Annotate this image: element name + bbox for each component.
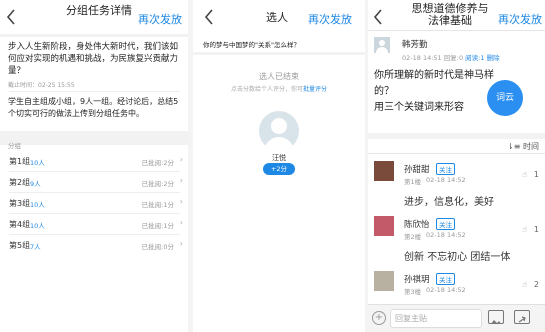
like-count: 2 — [533, 280, 539, 289]
group-row[interactable]: 第5组 7人 已批阅:0分 › — [0, 234, 188, 254]
group-row[interactable]: 第3组 10人 已批阅:1分 › — [0, 192, 188, 212]
chevron-right-icon: › — [179, 197, 183, 206]
reply-placeholder: 回复主贴 — [395, 314, 427, 323]
group-status: 已批阅:0分 — [141, 243, 174, 251]
follow-tag[interactable]: 关注 — [436, 218, 455, 230]
reissue-button[interactable]: 再次发放 — [308, 11, 352, 27]
reply-count: 回复:0 — [443, 54, 464, 62]
reply-author: 孙祺玥 — [404, 275, 430, 285]
reply-item: 孙甜甜 关注第1楼 02-18 14:52 ☝ 1 进步，信息化，美好 — [368, 160, 545, 215]
like-count: 1 — [533, 225, 539, 234]
chevron-right-icon: › — [179, 155, 183, 164]
nav-bar: 选人 再次发放 — [193, 0, 365, 34]
chevron-right-icon: › — [179, 218, 183, 227]
like-icon[interactable]: ☝ — [522, 225, 527, 234]
group-row[interactable]: 第2组 9人 已批阅:2分 › — [0, 171, 188, 191]
post-body: 你所理解的新时代是神马样的？ 用三个关键词来形容 — [374, 70, 494, 113]
task-detail-panel: 分组任务详情 再次发放 步入人生新阶段，身处伟大新时代，我们该如何应对实现的机遇… — [0, 0, 188, 332]
delete-link[interactable]: 删除 — [487, 54, 500, 62]
page-title: 选人 — [266, 11, 288, 24]
post-date: 02-18 14:51 — [402, 54, 442, 62]
page-title: 思想道德修养与法律基础 — [411, 2, 489, 27]
sort-by-time[interactable]: ⇂≡ 时间 — [507, 141, 539, 152]
reply-floor: 第3楼 — [404, 288, 422, 296]
reply-text: 创新 不忘初心 团结一体 — [404, 252, 511, 263]
discussion-panel: 思想道德修养与法律基础 再次发放 韩芳勤 02-18 14:51 回复:0 阅读… — [368, 0, 545, 332]
group-status: 已批阅:1分 — [141, 201, 174, 209]
reply-text: 进步，信息化，美好 — [404, 197, 494, 208]
ended-status: 选人已结束 — [259, 72, 299, 81]
back-icon[interactable] — [4, 7, 22, 27]
pick-student-panel: 选人 再次发放 你的梦与中国梦的"关系"怎么样？ 选人已结束 点击分数给个人评分… — [193, 0, 365, 332]
reply-date: 02-18 14:52 — [426, 176, 466, 184]
group-member-count[interactable]: 9人 — [30, 178, 41, 188]
reply-floor: 第1楼 — [404, 178, 422, 186]
avatar — [374, 161, 394, 181]
group-status: 已批阅:1分 — [141, 222, 174, 230]
share-icon[interactable] — [514, 310, 530, 324]
batch-score-link[interactable]: 批量评分 — [303, 86, 327, 93]
reply-date: 02-18 14:52 — [426, 231, 466, 239]
group-section-header: 分组 — [8, 142, 21, 150]
group-member-count[interactable]: 10人 — [30, 199, 45, 209]
group-status: 已批阅:2分 — [141, 159, 174, 167]
group-row[interactable]: 第4组 10人 已批阅:1分 › — [0, 213, 188, 233]
like-count: 1 — [533, 170, 539, 179]
image-icon[interactable] — [488, 310, 504, 324]
student-name: 汪悦 — [272, 154, 286, 162]
group-name: 第2组 — [9, 178, 31, 187]
back-icon[interactable] — [202, 7, 220, 27]
avatar — [374, 216, 394, 236]
follow-tag[interactable]: 关注 — [436, 273, 455, 285]
chevron-right-icon: › — [179, 239, 183, 248]
page-title: 分组任务详情 — [66, 4, 132, 17]
reply-input[interactable]: 回复主贴 — [390, 309, 482, 328]
reply-author: 陈欣怡 — [404, 220, 430, 230]
nav-bar: 思想道德修养与法律基础 再次发放 — [368, 0, 545, 34]
group-name: 第1组 — [9, 157, 31, 166]
deadline-text: 截止时间：02-25 15:55 — [8, 82, 75, 89]
group-name: 第4组 — [9, 220, 31, 229]
reply-author: 孙甜甜 — [404, 165, 430, 175]
like-icon[interactable]: ☝ — [522, 280, 527, 289]
question-text: 你的梦与中国梦的"关系"怎么样？ — [203, 41, 300, 49]
task-instruction: 学生自主组成小组，9人一组。经讨论后，总结5个切实可行的做法上传到分组任务中。 — [8, 97, 179, 118]
reply-date: 02-18 14:52 — [426, 286, 466, 294]
avatar — [259, 111, 299, 151]
hint-text: 点击分数给个人评分，你可 — [230, 86, 303, 93]
reply-bar: + 回复主贴 — [368, 304, 545, 332]
nav-bar: 分组任务详情 再次发放 — [0, 0, 188, 34]
group-name: 第5组 — [9, 241, 31, 250]
avatar — [374, 271, 394, 291]
reply-floor: 第2楼 — [404, 233, 422, 241]
score-badge[interactable]: +2分 — [263, 163, 295, 175]
group-row[interactable]: 第1组 10人 已批阅:2分 › — [0, 150, 188, 170]
reissue-button[interactable]: 再次发放 — [138, 11, 182, 27]
back-icon[interactable] — [371, 7, 389, 27]
group-status: 已批阅:2分 — [141, 180, 174, 188]
sort-icon: ⇂≡ — [507, 142, 523, 151]
like-icon[interactable]: ☝ — [522, 170, 527, 179]
group-member-count[interactable]: 10人 — [30, 220, 45, 230]
group-member-count[interactable]: 7人 — [30, 241, 41, 251]
group-name: 第3组 — [9, 199, 31, 208]
chevron-right-icon: › — [179, 176, 183, 185]
reissue-button[interactable]: 再次发放 — [498, 11, 542, 27]
group-member-count[interactable]: 10人 — [30, 157, 45, 167]
read-count[interactable]: 阅读:1 — [465, 54, 484, 62]
avatar — [374, 37, 390, 53]
task-question: 步入人生新阶段，身处伟大新时代，我们该如何应对实现的机遇和挑战，为民族复兴贡献力… — [8, 42, 179, 76]
reply-item: 陈欣怡 关注第2楼 02-18 14:52 ☝ 1 创新 不忘初心 团结一体 — [368, 215, 545, 270]
word-cloud-button[interactable]: 词云 — [487, 80, 523, 116]
follow-tag[interactable]: 关注 — [436, 163, 455, 175]
post-author: 韩芳勤 — [402, 40, 428, 50]
add-icon[interactable]: + — [372, 311, 386, 325]
